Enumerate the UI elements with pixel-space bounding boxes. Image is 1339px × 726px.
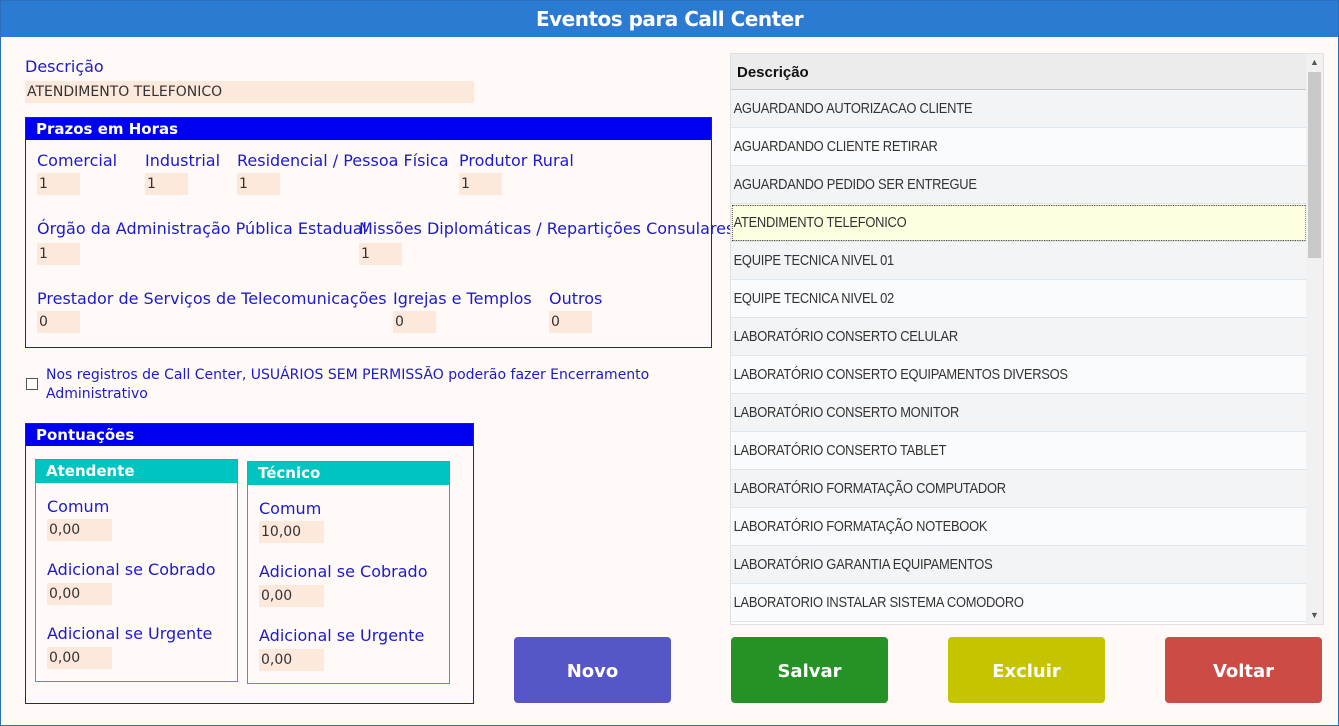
industrial-label: Industrial [145,151,221,170]
comercial-input[interactable]: 1 [37,173,80,195]
grid-row[interactable]: LABORATÓRIO CONSERTO CELULAR [731,318,1307,356]
grid-scrollbar[interactable]: ▲ ▼ [1306,54,1323,624]
grid-row[interactable]: LABORATÓRIO CONSERTO MONITOR [731,394,1307,432]
atendente-cobrado-label: Adicional se Cobrado [47,560,216,579]
salvar-button[interactable]: Salvar [731,637,888,703]
tecnico-urgente-input[interactable]: 0,00 [259,649,324,671]
missoes-label: Missões Diplomáticas / Repartições Consu… [359,219,735,238]
grid-row[interactable]: LABORATÓRIO FORMATAÇÃO NOTEBOOK [731,508,1307,546]
atendente-comum-label: Comum [47,497,110,516]
call-center-events-window: Eventos para Call Center Descrição ATEND… [0,0,1339,726]
voltar-button[interactable]: Voltar [1165,637,1322,703]
novo-button[interactable]: Novo [514,637,671,703]
scroll-down-icon[interactable]: ▼ [1306,607,1323,624]
events-grid: Descrição AGUARDANDO AUTORIZACAO CLIENTE… [730,53,1324,625]
outros-label: Outros [549,289,603,308]
prestador-label: Prestador de Serviços de Telecomunicaçõe… [37,289,387,308]
atendente-title: Atendente [36,460,237,483]
grid-row[interactable]: LABORATÓRIO CONSERTO EQUIPAMENTOS DIVERS… [731,356,1307,394]
residencial-input[interactable]: 1 [237,173,280,195]
grid-header-descricao[interactable]: Descrição [731,54,1307,90]
grid-row[interactable]: ATENDIMENTO TELEFONICO [731,204,1307,242]
pontuacoes-title: Pontuações [26,424,473,446]
excluir-button[interactable]: Excluir [948,637,1105,703]
produtor-rural-input[interactable]: 1 [459,173,502,195]
tecnico-urgente-label: Adicional se Urgente [259,626,425,645]
tecnico-cobrado-input[interactable]: 0,00 [259,585,324,607]
grid-row[interactable]: LABORATÓRIO GARANTIA EQUIPAMENTOS [731,546,1307,584]
atendente-cobrado-input[interactable]: 0,00 [47,583,112,605]
descricao-label: Descrição [25,57,104,76]
prestador-input[interactable]: 0 [37,311,80,333]
tecnico-cobrado-label: Adicional se Cobrado [259,562,428,581]
comercial-label: Comercial [37,151,118,170]
grid-row[interactable]: AGUARDANDO PEDIDO SER ENTREGUE [731,166,1307,204]
missoes-input[interactable]: 1 [359,243,402,265]
atendente-comum-input[interactable]: 0,00 [47,519,112,541]
igrejas-label: Igrejas e Templos [393,289,532,308]
tecnico-comum-label: Comum [259,499,322,518]
window-title: Eventos para Call Center [1,1,1338,37]
igrejas-input[interactable]: 0 [393,311,436,333]
prazos-title: Prazos em Horas [26,118,711,140]
atendente-urgente-input[interactable]: 0,00 [47,647,112,669]
residencial-label: Residencial / Pessoa Física [237,151,449,170]
outros-input[interactable]: 0 [549,311,592,333]
orgao-publico-label: Órgão da Administração Pública Estadual [37,219,367,238]
grid-rows: AGUARDANDO AUTORIZACAO CLIENTE AGUARDANDO… [731,90,1307,622]
tecnico-title: Técnico [248,462,449,485]
permissao-checkbox[interactable] [26,378,38,390]
grid-row[interactable]: EQUIPE TECNICA NIVEL 01 [731,242,1307,280]
tecnico-comum-input[interactable]: 10,00 [259,521,324,543]
produtor-rural-label: Produtor Rural [459,151,574,170]
scroll-up-icon[interactable]: ▲ [1306,54,1323,71]
grid-row[interactable]: LABORATÓRIO FORMATAÇÃO COMPUTADOR [731,470,1307,508]
grid-row[interactable]: AGUARDANDO CLIENTE RETIRAR [731,128,1307,166]
grid-row[interactable]: AGUARDANDO AUTORIZACAO CLIENTE [731,90,1307,128]
industrial-input[interactable]: 1 [145,173,188,195]
grid-row[interactable]: EQUIPE TECNICA NIVEL 02 [731,280,1307,318]
orgao-publico-input[interactable]: 1 [37,243,80,265]
atendente-urgente-label: Adicional se Urgente [47,624,213,643]
grid-row[interactable]: LABORATÓRIO CONSERTO TABLET [731,432,1307,470]
permissao-label: Nos registros de Call Center, USUÁRIOS S… [46,367,650,402]
grid-row[interactable]: LABORATORIO INSTALAR SISTEMA COMODORO [731,584,1307,622]
scroll-thumb[interactable] [1308,72,1321,258]
descricao-input[interactable]: ATENDIMENTO TELEFONICO [25,81,474,103]
